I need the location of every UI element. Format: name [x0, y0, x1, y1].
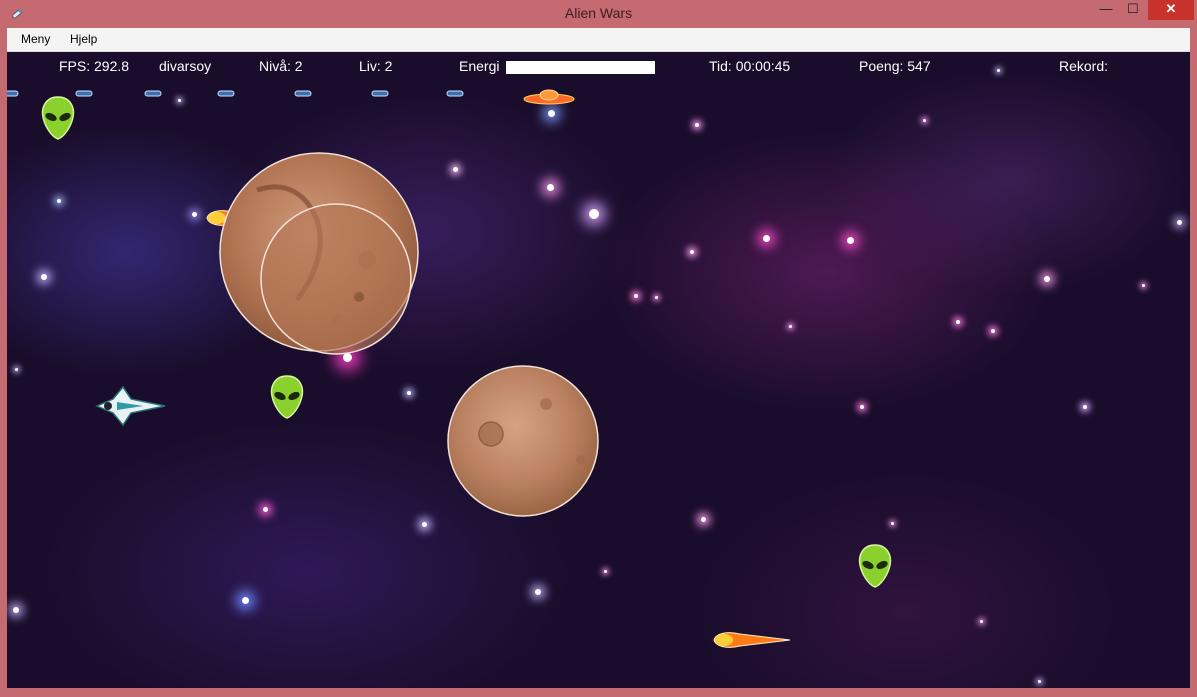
- star: [655, 296, 658, 299]
- star: [548, 110, 555, 117]
- star: [956, 320, 960, 324]
- alien-head-icon: [41, 96, 75, 140]
- menu-item-meny[interactable]: Meny: [21, 32, 50, 46]
- star: [422, 522, 427, 527]
- asteroid-icon: [447, 365, 599, 517]
- star: [891, 522, 894, 525]
- star: [192, 212, 197, 217]
- shield-plate-icon: [7, 90, 19, 97]
- maximize-button[interactable]: ☐: [1118, 0, 1148, 20]
- asteroid-icon: [260, 203, 412, 355]
- star: [57, 199, 61, 203]
- shield-plate-icon: [217, 90, 235, 97]
- star: [690, 250, 694, 254]
- hud-level: Nivå: 2: [259, 58, 303, 74]
- star: [860, 405, 864, 409]
- hud-lives: Liv: 2: [359, 58, 393, 74]
- star: [535, 589, 541, 595]
- star: [263, 507, 268, 512]
- hud-player-name: divarsoy: [159, 58, 212, 74]
- alien-head-icon: [858, 544, 892, 588]
- energy-bar-fill: [506, 61, 655, 74]
- window-title: Alien Wars: [564, 5, 633, 21]
- window-titlebar: Alien Wars — ☐ ✕: [0, 0, 1197, 28]
- star: [789, 325, 792, 328]
- star: [923, 119, 926, 122]
- ufo-icon: [523, 89, 575, 105]
- close-button[interactable]: ✕: [1148, 0, 1194, 20]
- spaceship-icon[interactable]: [95, 385, 167, 427]
- menu-bar: Meny Hjelp: [7, 28, 1190, 52]
- star: [589, 209, 599, 219]
- star: [1038, 680, 1041, 683]
- star: [980, 620, 983, 623]
- star: [453, 167, 458, 172]
- hud-score: Poeng: 547: [859, 58, 931, 74]
- star: [13, 607, 19, 613]
- star: [847, 237, 854, 244]
- star: [1177, 220, 1182, 225]
- star: [15, 368, 18, 371]
- star: [41, 274, 47, 280]
- star: [407, 391, 411, 395]
- hud-time: Tid: 00:00:45: [709, 58, 791, 74]
- alien-head-icon: [270, 375, 304, 419]
- star: [178, 99, 181, 102]
- shield-plate-icon: [144, 90, 162, 97]
- star: [991, 329, 995, 333]
- star: [1044, 276, 1050, 282]
- star: [547, 184, 554, 191]
- game-canvas[interactable]: FPS: 292.8 divarsoy Nivå: 2 Liv: 2 Energ…: [7, 52, 1190, 688]
- star: [1142, 284, 1145, 287]
- shield-plate-icon: [446, 90, 464, 97]
- star: [242, 597, 249, 604]
- shield-plate-icon: [371, 90, 389, 97]
- hud-energy-label: Energi: [459, 58, 500, 74]
- star: [1083, 405, 1087, 409]
- hud-record: Rekord:: [1059, 58, 1109, 74]
- star: [604, 570, 607, 573]
- hud-fps: FPS: 292.8: [59, 58, 130, 74]
- shield-plate-icon: [75, 90, 93, 97]
- energy-bar: [506, 61, 655, 74]
- shield-plate-icon: [294, 90, 312, 97]
- star: [997, 69, 1000, 72]
- menu-item-hjelp[interactable]: Hjelp: [70, 32, 97, 46]
- star: [763, 235, 770, 242]
- star: [701, 517, 706, 522]
- star: [695, 123, 699, 127]
- fireball-icon: [713, 632, 791, 648]
- star: [634, 294, 638, 298]
